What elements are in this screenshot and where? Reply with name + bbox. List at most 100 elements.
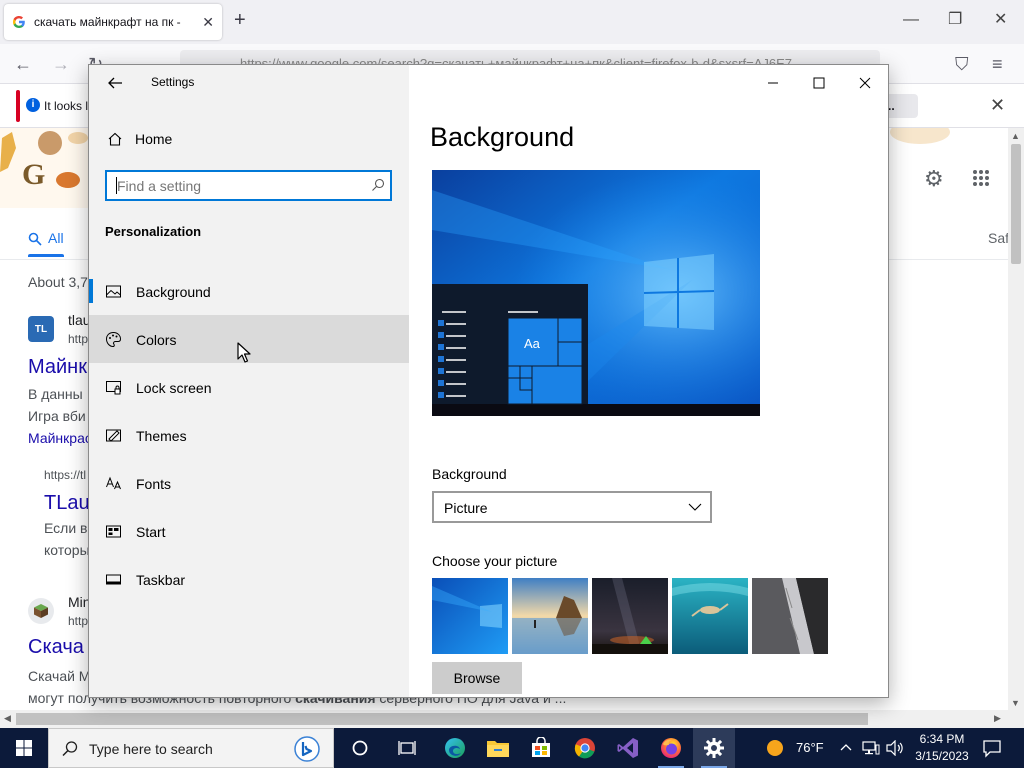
tlauncher-favicon-icon: TL — [28, 316, 54, 342]
pocket-icon[interactable]: ⛉ — [955, 55, 969, 73]
result3-url: http — [68, 614, 89, 628]
tab-all-underline — [28, 254, 64, 257]
taskbar-clock[interactable]: 6:34 PM 3/15/2023 — [914, 731, 970, 765]
sidebar-item-label: Themes — [136, 428, 187, 444]
firefox-app[interactable] — [650, 728, 692, 768]
sidebar-item-background[interactable]: Background — [89, 267, 409, 315]
results-count: About 3,7 — [28, 274, 88, 290]
horizontal-scrollbar[interactable]: ◀ ▶ — [0, 710, 1024, 728]
sidebar-item-label: Start — [136, 524, 166, 540]
tab-all[interactable]: All — [48, 230, 64, 246]
horizontal-scroll-thumb[interactable] — [16, 713, 868, 725]
scroll-left-icon[interactable]: ◀ — [4, 713, 11, 724]
result1-title[interactable]: Майнк — [28, 356, 87, 379]
search-icon — [28, 232, 42, 246]
edge-app[interactable] — [434, 728, 476, 768]
picture-thumbnail-underwater[interactable] — [672, 578, 748, 654]
vertical-scroll-thumb[interactable] — [1011, 144, 1021, 264]
home-icon — [108, 132, 122, 146]
background-type-dropdown[interactable]: Picture — [432, 491, 712, 523]
taskbar-icon — [106, 574, 121, 585]
picture-thumbnail-windows[interactable] — [432, 578, 508, 654]
volume-icon[interactable] — [886, 740, 904, 756]
scroll-right-icon[interactable]: ▶ — [994, 713, 1001, 724]
store-icon — [532, 737, 550, 757]
new-tab-icon[interactable]: + — [234, 10, 246, 30]
minimize-icon[interactable]: — — [903, 12, 919, 28]
browser-tab[interactable]: скачать майнкрафт на пк - Go ✕ — [4, 4, 222, 40]
picture-thumbnail-night-sky[interactable] — [592, 578, 668, 654]
settings-app[interactable] — [693, 728, 735, 768]
close-icon[interactable] — [857, 75, 873, 91]
menu-icon[interactable]: ≡ — [992, 55, 1003, 73]
visual-studio-app[interactable] — [607, 728, 649, 768]
sidebar-item-label: Lock screen — [136, 380, 212, 396]
cortana-button[interactable] — [339, 728, 381, 768]
sidebar-item-taskbar[interactable]: Taskbar — [89, 555, 409, 603]
info-icon: i — [26, 98, 40, 112]
start-icon — [106, 525, 121, 538]
browse-button[interactable]: Browse — [432, 662, 522, 694]
result3-title[interactable]: Скача — [28, 636, 84, 659]
result2-snippet1: Если в — [44, 520, 88, 536]
task-view-button[interactable] — [386, 728, 428, 768]
start-button[interactable] — [0, 728, 48, 768]
apps-grid-icon[interactable] — [972, 169, 990, 187]
store-app[interactable] — [520, 728, 562, 768]
back-arrow-icon[interactable] — [105, 73, 125, 93]
vertical-scrollbar[interactable]: ▲ ▼ — [1008, 128, 1024, 710]
result2-snippet2: которы — [44, 542, 90, 558]
background-label: Background — [432, 466, 507, 482]
settings-app-title: Settings — [151, 75, 195, 89]
back-icon[interactable]: ← — [14, 55, 32, 73]
preview-wallpaper: Aa — [432, 170, 760, 416]
settings-gear-icon[interactable]: ⚙ — [924, 166, 944, 192]
picture-thumbnail-beach[interactable] — [512, 578, 588, 654]
scroll-up-icon[interactable]: ▲ — [1011, 131, 1020, 141]
sidebar-item-fonts[interactable]: Fonts — [89, 459, 409, 507]
result1-snippet2: Игра вби — [28, 408, 86, 424]
home-label: Home — [135, 131, 173, 147]
minimize-icon[interactable] — [765, 75, 781, 91]
maximize-icon[interactable] — [811, 75, 827, 91]
forward-icon[interactable]: → — [52, 55, 70, 73]
result1-url: http — [68, 332, 89, 346]
taskbar-search-box[interactable]: Type here to search — [48, 728, 334, 768]
clock-time: 6:34 PM — [919, 732, 965, 746]
result2-title[interactable]: TLau — [44, 492, 90, 515]
text-caret — [116, 177, 117, 194]
result3-snippet1: Скачай М — [28, 668, 91, 684]
sidebar-item-home[interactable]: Home — [89, 121, 409, 157]
search-icon — [62, 741, 78, 757]
google-g-icon — [13, 16, 25, 28]
minecraft-favicon-icon — [28, 598, 54, 624]
close-tab-icon[interactable]: ✕ — [202, 14, 214, 31]
close-icon[interactable]: ✕ — [994, 12, 1007, 28]
find-setting-input[interactable] — [105, 170, 392, 201]
chrome-app[interactable] — [564, 728, 606, 768]
sidebar-item-themes[interactable]: Themes — [89, 411, 409, 459]
file-explorer-app[interactable] — [477, 728, 519, 768]
sidebar-item-start[interactable]: Start — [89, 507, 409, 555]
weather-sun-icon[interactable] — [766, 739, 784, 757]
show-hidden-icons-chevron-icon[interactable] — [840, 742, 852, 752]
result1-sitelink[interactable]: Майнкрас — [28, 430, 92, 446]
search-icon — [372, 178, 385, 191]
section-title: Personalization — [105, 224, 202, 239]
network-icon[interactable] — [862, 740, 880, 756]
page-title: Background — [430, 122, 575, 152]
google-doodle-icon: G — [0, 128, 90, 208]
gear-icon — [704, 738, 724, 758]
result2-url: https://tl — [44, 468, 87, 482]
restore-icon[interactable]: ❐ — [948, 12, 962, 28]
sidebar-item-lock-screen[interactable]: Lock screen — [89, 363, 409, 411]
scroll-down-icon[interactable]: ▼ — [1011, 698, 1020, 708]
picture-thumbnail-rock[interactable] — [752, 578, 828, 654]
info-bar-close-icon[interactable]: ✕ — [990, 95, 1005, 116]
notification-icon[interactable] — [982, 738, 1002, 758]
tab-safe[interactable]: Saf — [988, 230, 1008, 246]
weather-temperature[interactable]: 76°F — [796, 740, 824, 755]
bing-icon[interactable] — [293, 735, 321, 763]
svg-text:G: G — [22, 158, 45, 191]
chevron-down-icon — [688, 503, 702, 511]
